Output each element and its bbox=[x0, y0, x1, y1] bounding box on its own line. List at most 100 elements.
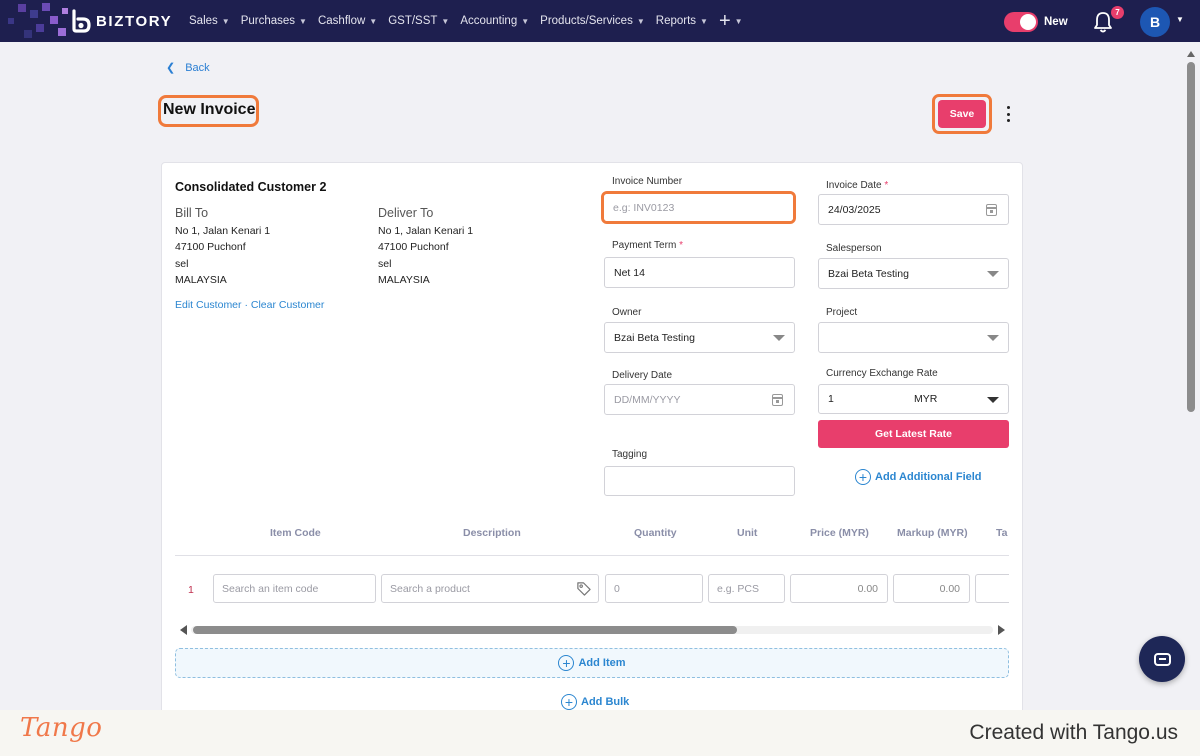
chevron-left-icon: ❮ bbox=[166, 62, 176, 74]
chevron-down-icon: ▼ bbox=[221, 16, 230, 26]
project-select[interactable] bbox=[818, 322, 1009, 353]
get-latest-rate-button[interactable]: Get Latest Rate bbox=[818, 420, 1009, 448]
add-additional-field-button[interactable]: + Add Additional Field bbox=[855, 469, 982, 485]
menu-products-services[interactable]: Products/Services ▼ bbox=[540, 15, 645, 27]
menu-gst-sst[interactable]: GST/SST ▼ bbox=[388, 15, 449, 27]
edit-customer-link[interactable]: Edit Customer bbox=[175, 299, 242, 311]
invoice-date-label: Invoice Date * bbox=[826, 180, 888, 191]
avatar[interactable]: B bbox=[1140, 7, 1170, 37]
deliver-to-line: No 1, Jalan Kenari 1 bbox=[378, 225, 474, 237]
bill-to-line: MALAYSIA bbox=[175, 274, 227, 286]
currency-code[interactable]: MYR bbox=[914, 393, 937, 405]
unit-input[interactable]: e.g. PCS bbox=[708, 574, 785, 603]
chevron-down-icon: ▼ bbox=[636, 16, 645, 26]
add-additional-field-label: Add Additional Field bbox=[875, 471, 982, 483]
tango-logo: Tango bbox=[20, 713, 103, 743]
page-vertical-scrollbar[interactable] bbox=[1186, 48, 1196, 710]
owner-value: Bzai Beta Testing bbox=[614, 331, 695, 344]
menu-gst-sst-label: GST/SST bbox=[388, 15, 438, 27]
scrollbar-thumb[interactable] bbox=[193, 626, 737, 634]
required-mark: * bbox=[679, 240, 683, 251]
brand-name: BIZTORY bbox=[96, 12, 173, 30]
tagging-input[interactable] bbox=[604, 466, 795, 496]
toggle-label: New bbox=[1044, 16, 1068, 28]
invoice-date-value: 24/03/2025 bbox=[828, 203, 881, 216]
salesperson-label: Salesperson bbox=[826, 243, 882, 254]
invoice-number-label: Invoice Number bbox=[612, 176, 683, 187]
salesperson-value: Bzai Beta Testing bbox=[828, 267, 909, 280]
chevron-down-icon: ▼ bbox=[521, 16, 530, 26]
plus-circle-icon: + bbox=[558, 655, 575, 671]
biztory-logo-icon bbox=[72, 9, 91, 33]
menu-sales[interactable]: Sales ▼ bbox=[189, 15, 230, 27]
markup-input[interactable]: 0.00 bbox=[893, 574, 970, 603]
scroll-right-arrow-icon[interactable] bbox=[998, 625, 1005, 635]
table-horizontal-scrollbar[interactable] bbox=[175, 623, 1009, 637]
page-title: New Invoice bbox=[163, 101, 256, 118]
add-item-button[interactable]: + Add Item bbox=[175, 648, 1009, 678]
menu-purchases[interactable]: Purchases ▼ bbox=[241, 15, 307, 27]
delivery-date-input[interactable]: DD/MM/YYYY bbox=[604, 384, 795, 415]
owner-select[interactable]: Bzai Beta Testing bbox=[604, 322, 795, 353]
toggle-switch[interactable] bbox=[1004, 12, 1038, 32]
menu-accounting[interactable]: Accounting ▼ bbox=[460, 15, 529, 27]
main-menu: Sales ▼ Purchases ▼ Cashflow ▼ GST/SST ▼ Acc… bbox=[189, 0, 754, 42]
payment-term-label-text: Payment Term bbox=[612, 240, 677, 251]
plus-circle-icon: + bbox=[561, 694, 577, 710]
deliver-to-line: MALAYSIA bbox=[378, 274, 430, 286]
link-separator: · bbox=[241, 299, 251, 311]
column-header-item-code: Item Code bbox=[270, 527, 321, 539]
salesperson-select[interactable]: Bzai Beta Testing bbox=[818, 258, 1009, 289]
menu-create-new[interactable]: + ▼ bbox=[719, 11, 743, 31]
currency-rate-input[interactable]: 1 MYR bbox=[818, 384, 1009, 414]
price-input[interactable]: 0.00 bbox=[790, 574, 888, 603]
menu-cashflow[interactable]: Cashflow ▼ bbox=[318, 15, 377, 27]
save-button[interactable]: Save bbox=[938, 100, 986, 128]
invoice-date-input[interactable]: 24/03/2025 bbox=[818, 194, 1009, 225]
delivery-date-label: Delivery Date bbox=[612, 370, 673, 381]
calendar-icon[interactable] bbox=[772, 394, 783, 406]
dropdown-arrow-icon[interactable] bbox=[987, 397, 999, 403]
required-mark: * bbox=[884, 180, 889, 191]
top-navbar: BIZTORY Sales ▼ Purchases ▼ Cashflow ▼ GST/… bbox=[0, 0, 1200, 42]
more-options-icon[interactable] bbox=[1004, 106, 1012, 122]
scroll-left-arrow-icon[interactable] bbox=[180, 625, 187, 635]
scroll-up-arrow-icon[interactable] bbox=[1187, 51, 1195, 57]
tag-icon[interactable] bbox=[576, 581, 591, 596]
scrollbar-thumb[interactable] bbox=[1187, 62, 1195, 412]
dropdown-arrow-icon bbox=[987, 335, 999, 341]
bill-to-line: sel bbox=[175, 258, 189, 270]
menu-reports[interactable]: Reports ▼ bbox=[656, 15, 708, 27]
menu-products-services-label: Products/Services bbox=[540, 15, 633, 27]
chevron-down-icon: ▼ bbox=[369, 16, 378, 26]
clear-customer-link[interactable]: Clear Customer bbox=[251, 299, 325, 311]
payment-term-label: Payment Term * bbox=[612, 240, 683, 251]
deliver-to-line: 47100 Puchonf bbox=[378, 241, 449, 253]
chevron-down-icon: ▼ bbox=[734, 16, 743, 26]
invoice-number-input[interactable]: e.g: INV0123 bbox=[604, 194, 793, 221]
deliver-to-heading: Deliver To bbox=[378, 206, 434, 220]
back-link[interactable]: ❮ Back bbox=[166, 61, 210, 75]
add-item-label: Add Item bbox=[578, 657, 626, 669]
quantity-input[interactable]: 0 bbox=[605, 574, 703, 603]
tax-input[interactable] bbox=[975, 574, 1009, 603]
column-header-price: Price (MYR) bbox=[810, 527, 869, 539]
calendar-icon[interactable] bbox=[986, 204, 997, 216]
payment-term-input[interactable]: Net 14 bbox=[604, 257, 795, 288]
brand-logo[interactable]: BIZTORY bbox=[70, 9, 172, 33]
notification-badge: 7 bbox=[1111, 6, 1124, 19]
add-bulk-button[interactable]: + Add Bulk bbox=[561, 694, 629, 710]
item-code-search-input[interactable]: Search an item code bbox=[213, 574, 376, 603]
currency-rate-label: Currency Exchange Rate bbox=[826, 368, 938, 379]
column-header-description: Description bbox=[463, 527, 521, 539]
column-header-tax: Ta bbox=[996, 527, 1008, 539]
new-ui-toggle[interactable]: New bbox=[1004, 12, 1068, 32]
menu-accounting-label: Accounting bbox=[460, 15, 518, 27]
project-label: Project bbox=[826, 307, 858, 318]
chevron-down-icon[interactable]: ▼ bbox=[1176, 15, 1184, 24]
table-header-divider bbox=[175, 555, 1009, 556]
menu-reports-label: Reports bbox=[655, 15, 697, 27]
chat-support-button[interactable] bbox=[1139, 636, 1185, 682]
product-search-input[interactable]: Search a product bbox=[381, 574, 599, 603]
delivery-date-placeholder: DD/MM/YYYY bbox=[614, 393, 681, 406]
